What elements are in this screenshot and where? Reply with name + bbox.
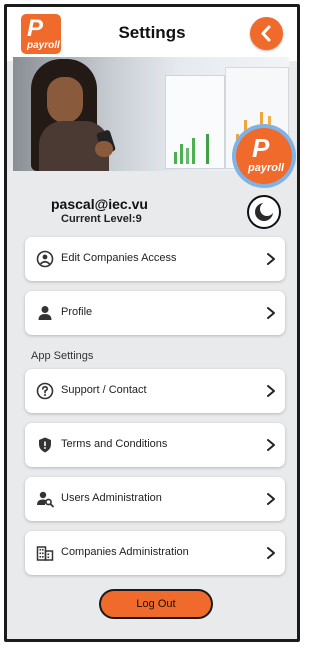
chevron-left-icon: [261, 25, 271, 42]
building-icon: [36, 546, 54, 561]
chevron-right-icon: [267, 547, 275, 559]
chevron-right-icon: [267, 439, 275, 451]
logout-button[interactable]: Log Out: [99, 589, 213, 619]
back-button[interactable]: [250, 17, 283, 50]
app-frame: P payroll Settings P payroll pascal@iec.…: [4, 4, 300, 642]
terms-and-conditions-item[interactable]: Terms and Conditions: [25, 423, 285, 467]
badge-glyph: P: [252, 133, 270, 163]
chevron-right-icon: [267, 307, 275, 319]
user-email: pascal@iec.vu: [51, 196, 148, 212]
menu-item-label: Profile: [61, 306, 93, 318]
hand: [95, 141, 113, 157]
dashboard-screen: [165, 75, 225, 169]
user-search-icon: [37, 491, 54, 508]
edit-companies-access-item[interactable]: Edit Companies Access: [25, 237, 285, 281]
badge-text: payroll: [248, 162, 285, 174]
shield-icon: [39, 437, 51, 453]
users-administration-item[interactable]: Users Administration: [25, 477, 285, 521]
person-icon: [38, 306, 52, 320]
woman-face: [47, 77, 83, 123]
profile-item[interactable]: Profile: [25, 291, 285, 335]
menu-item-label: Terms and Conditions: [61, 438, 168, 450]
chevron-right-icon: [267, 385, 275, 397]
help-circle-icon: [36, 382, 54, 400]
chevron-right-icon: [267, 253, 275, 265]
menu-item-label: Companies Administration: [61, 546, 189, 558]
menu-item-label: Edit Companies Access: [61, 252, 177, 264]
chevron-right-icon: [267, 493, 275, 505]
menu-item-label: Users Administration: [61, 492, 162, 504]
app-settings-heading: App Settings: [31, 350, 94, 362]
companies-administration-item[interactable]: Companies Administration: [25, 531, 285, 575]
header: P payroll Settings: [7, 7, 297, 61]
moon-icon: [255, 202, 274, 221]
payroll-badge-inner: P payroll: [236, 128, 292, 184]
payroll-badge: P payroll: [232, 124, 296, 188]
user-level: Current Level:9: [61, 213, 142, 225]
support-contact-item[interactable]: Support / Contact: [25, 369, 285, 413]
theme-toggle-button[interactable]: [247, 195, 281, 229]
user-circle-icon: [36, 250, 54, 268]
menu-item-label: Support / Contact: [61, 384, 147, 396]
